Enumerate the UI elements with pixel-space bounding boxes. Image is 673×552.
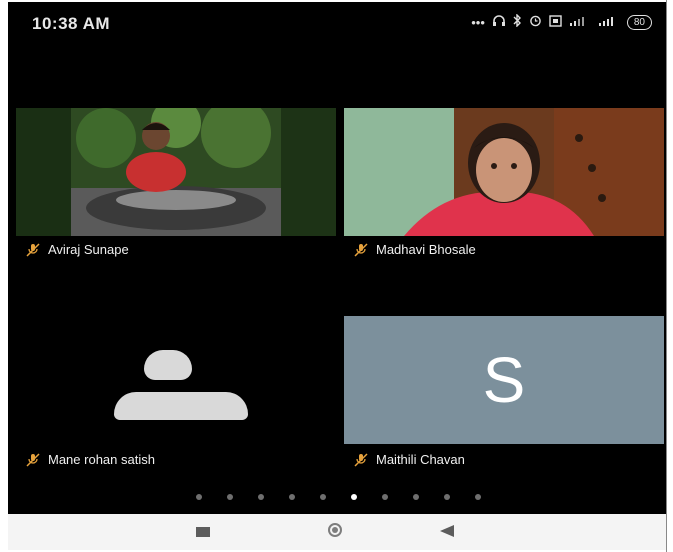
avatar-icon [144, 350, 192, 380]
participant-name: Mane rohan satish [48, 452, 155, 467]
meeting-screen: 10:38 AM ••• 80 S Aviraj Sunape Madhavi … [8, 2, 668, 550]
participant-name: Aviraj Sunape [48, 242, 129, 257]
avatar-body [114, 392, 248, 420]
scroll-edge [666, 0, 673, 552]
back-button[interactable] [440, 525, 454, 537]
page-dot[interactable] [226, 494, 233, 500]
mic-muted-icon [26, 242, 40, 257]
page-dot[interactable] [474, 494, 481, 500]
status-bar: 10:38 AM ••• 80 [8, 2, 668, 46]
signal-icon [569, 15, 591, 30]
participant-photo [344, 108, 664, 236]
recent-apps-button[interactable] [196, 527, 210, 537]
participant-name: Madhavi Bhosale [376, 242, 476, 257]
page-dot-active[interactable] [350, 494, 357, 500]
participant-name-label: Aviraj Sunape [26, 242, 129, 257]
alarm-icon [529, 14, 542, 30]
bluetooth-icon [513, 13, 522, 30]
participant-video-tile[interactable] [344, 108, 664, 236]
mic-muted-icon [354, 242, 368, 257]
home-button[interactable] [328, 523, 342, 537]
participant-name-label: Madhavi Bhosale [354, 242, 476, 257]
page-dot[interactable] [257, 494, 264, 500]
mic-muted-icon [354, 452, 368, 467]
page-dot[interactable] [412, 494, 419, 500]
page-dot[interactable] [195, 494, 202, 500]
page-dot[interactable] [288, 494, 295, 500]
navigation-bar [8, 514, 668, 550]
participant-name-label: Mane rohan satish [26, 452, 155, 467]
dots-icon: ••• [471, 14, 485, 30]
battery-icon: 80 [626, 14, 652, 30]
signal-icon [598, 15, 620, 30]
page-dot[interactable] [381, 494, 388, 500]
status-icons: ••• 80 [471, 13, 652, 30]
page-indicator[interactable] [8, 494, 668, 500]
participant-video-tile[interactable] [16, 316, 336, 444]
sim-icon [549, 14, 562, 30]
status-time: 10:38 AM [32, 14, 111, 33]
headphones-icon [492, 14, 506, 30]
participant-name: Maithili Chavan [376, 452, 465, 467]
page-dot[interactable] [319, 494, 326, 500]
participant-initial: S [482, 344, 526, 416]
page-dot[interactable] [443, 494, 450, 500]
participant-video-tile[interactable] [16, 108, 336, 236]
participant-name-label: Maithili Chavan [354, 452, 465, 467]
participant-photo [16, 108, 336, 236]
participant-video-tile[interactable]: S [344, 316, 664, 444]
mic-muted-icon [26, 452, 40, 467]
